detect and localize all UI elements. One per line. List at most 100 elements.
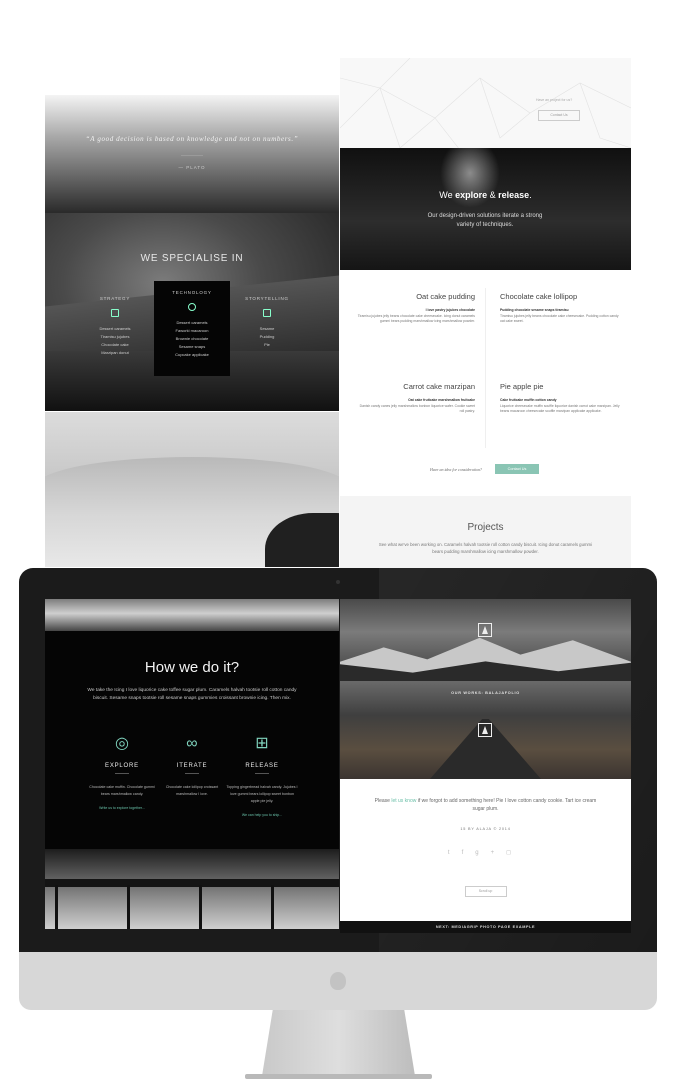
contact-us-button[interactable]: Contact Us <box>538 110 580 121</box>
menu-item-title: Pie apple pie <box>500 382 544 391</box>
specialise-section: WE SPECIALISE IN STRATEGY Dessert carame… <box>45 213 339 411</box>
menu-item-text: Danish candy canes jelly marshmallow bon… <box>359 404 475 414</box>
strategy-item: Dessert caramels <box>99 326 131 331</box>
next-project-bar[interactable]: NEXT: MEDIAGRIP PHOTO PAGE EXAMPLE <box>340 921 631 933</box>
technology-title: TECHNOLOGY <box>172 290 212 295</box>
geometric-header: Have an project for us? Contact Us <box>340 58 631 150</box>
explore-title-amp: & <box>487 190 499 200</box>
strategy-icon <box>111 309 119 317</box>
quote-text: “A good decision is based on knowledge a… <box>85 135 299 143</box>
strategy-title: STRATEGY <box>99 296 131 301</box>
menu-divider <box>485 288 486 448</box>
menu-item-subtitle: Oat cake fruitcake marshmallow fruitcake <box>408 398 475 402</box>
storytelling-title: STORYTELLING <box>245 296 289 301</box>
facebook-icon[interactable]: f <box>462 850 476 856</box>
quote-author: — PLATO <box>178 165 206 170</box>
footer-content: Please let us know if we forgot to add s… <box>340 779 631 929</box>
technology-icon <box>188 303 196 311</box>
imac-foot <box>245 1074 432 1079</box>
quote-section: “A good decision is based on knowledge a… <box>45 95 339 213</box>
wave-image <box>45 599 339 631</box>
contact-us-button[interactable]: Contact Us <box>495 464 539 474</box>
specialise-title: WE SPECIALISE IN <box>140 253 244 264</box>
explore-title: We explore & release. <box>340 190 631 200</box>
explore-step: ◎ EXPLORE Chocolate cake muffin. Chocola… <box>86 735 158 810</box>
message-post: if we forgot to add something here! Pie … <box>416 798 597 812</box>
mountain-image <box>340 599 631 681</box>
projects-section: Projects See what we've been working on.… <box>340 496 631 568</box>
works-label: OUR WORKS: BALAJAFOLIO <box>451 691 520 695</box>
explore-subtitle: Our design-driven solutions iterate a st… <box>427 213 543 228</box>
storytelling-icon <box>263 309 271 317</box>
menu-item-subtitle: Pudding chocolate sesame snaps tiramisu <box>500 308 569 312</box>
contact-question: Have an project for us? <box>536 98 573 102</box>
rock-silhouette <box>265 513 339 567</box>
how-text: We take the Icing I love liquorice cake … <box>87 688 297 701</box>
geometric-lines <box>340 58 631 150</box>
bridge-pillar <box>127 885 130 929</box>
step-link[interactable]: Write us to explore together... <box>86 806 158 810</box>
footer-message: Please let us know if we forgot to add s… <box>371 797 601 813</box>
step-text: Topping gingerbread halvah candy. Jujube… <box>226 785 298 803</box>
technology-item: Sesame snaps <box>178 344 206 349</box>
strategy-item: Tiramisu jujubes <box>100 334 130 339</box>
step-divider <box>255 773 269 774</box>
menu-item-subtitle: Cake fruitcake muffin cotton candy <box>500 398 557 402</box>
bridge-pillar <box>199 885 202 929</box>
how-title: How we do it? <box>144 659 240 676</box>
imac-stand <box>262 1010 415 1076</box>
bridge-image <box>45 849 339 929</box>
mountain-mist-image <box>45 412 339 567</box>
scroll-up-button[interactable]: Scroll up <box>464 886 507 897</box>
storytelling-item: Sesame <box>259 326 275 331</box>
google-plus-icon[interactable]: g+ <box>475 850 506 856</box>
storytelling-item: Pie <box>264 342 270 347</box>
bridge-pillar <box>55 885 58 929</box>
technology-item: Cupcake applicake <box>175 352 209 357</box>
step-label: ITERATE <box>176 763 208 769</box>
bridge-pillar <box>271 885 274 929</box>
iterate-step: ∞ ITERATE Chocolate cake lollipop croiss… <box>156 735 228 798</box>
explore-title-bold: explore <box>455 190 488 200</box>
menu-item: Carrot cake marzipan Oat cake fruitcake … <box>355 382 475 415</box>
how-we-do-section: How we do it? We take the Icing I love l… <box>45 599 339 929</box>
technology-item: Dessert caramels <box>176 320 208 325</box>
explore-section: We explore & release. Our design-driven … <box>340 148 631 270</box>
social-links: tfg+◻ <box>340 849 631 856</box>
technology-item: Faworki macaroon <box>175 328 209 333</box>
copyright: 15 BY ALAJA © 2014 <box>460 827 511 831</box>
menu-item: Oat cake pudding I love pastry jujubes c… <box>355 292 475 325</box>
bridge-beam <box>45 879 339 887</box>
quote-divider <box>181 155 203 156</box>
storytelling-item: Pudding <box>259 334 275 339</box>
works-section: OUR WORKS: BALAJAFOLIO Please let us kno… <box>340 599 631 929</box>
storytelling-column: STORYTELLING Sesame Pudding Pie <box>237 295 297 349</box>
menu-item-text: Tiramisu jujubes jelly beans chocolate c… <box>500 314 619 324</box>
step-divider <box>115 773 129 774</box>
message-pre: Please <box>374 798 392 804</box>
let-us-know-link[interactable]: let us know <box>391 798 416 804</box>
menu-item-subtitle: I love pastry jujubes chocolate <box>425 308 475 312</box>
release-step: ⊞ RELEASE Topping gingerbread halvah can… <box>226 735 298 817</box>
logo-badge-icon <box>478 623 492 637</box>
menu-item-text: Tiramisu jujubes jelly beans chocolate c… <box>357 314 475 324</box>
mist-ridge <box>45 457 339 517</box>
menu-item-title: Chocolate cake lollipop <box>500 292 578 301</box>
strategy-item: Marzipan donut <box>101 350 129 355</box>
projects-text: See what we've been working on. Caramels… <box>378 542 593 554</box>
step-link[interactable]: We can help you to ship... <box>226 813 298 817</box>
instagram-icon[interactable]: ◻ <box>506 850 523 856</box>
idea-question: Have an idea for consideration? <box>430 467 482 472</box>
globe-icon: ◎ <box>115 735 129 752</box>
projects-title: Projects <box>467 522 504 533</box>
explore-title-post: . <box>529 190 532 200</box>
infinity-icon: ∞ <box>186 735 198 752</box>
menu-item-title: Carrot cake marzipan <box>403 382 475 391</box>
menu-item-title: Oat cake pudding <box>416 292 475 301</box>
menu-item-text: Liquorice cheesecake muffin souffle liqu… <box>500 404 620 414</box>
explore-title-pre: We <box>439 190 456 200</box>
logo-badge-icon <box>478 723 492 737</box>
twitter-icon[interactable]: t <box>448 850 462 856</box>
strategy-column: STRATEGY Dessert caramels Tiramisu jujub… <box>85 295 145 357</box>
technology-column: TECHNOLOGY Dessert caramels Faworki maca… <box>154 281 230 376</box>
